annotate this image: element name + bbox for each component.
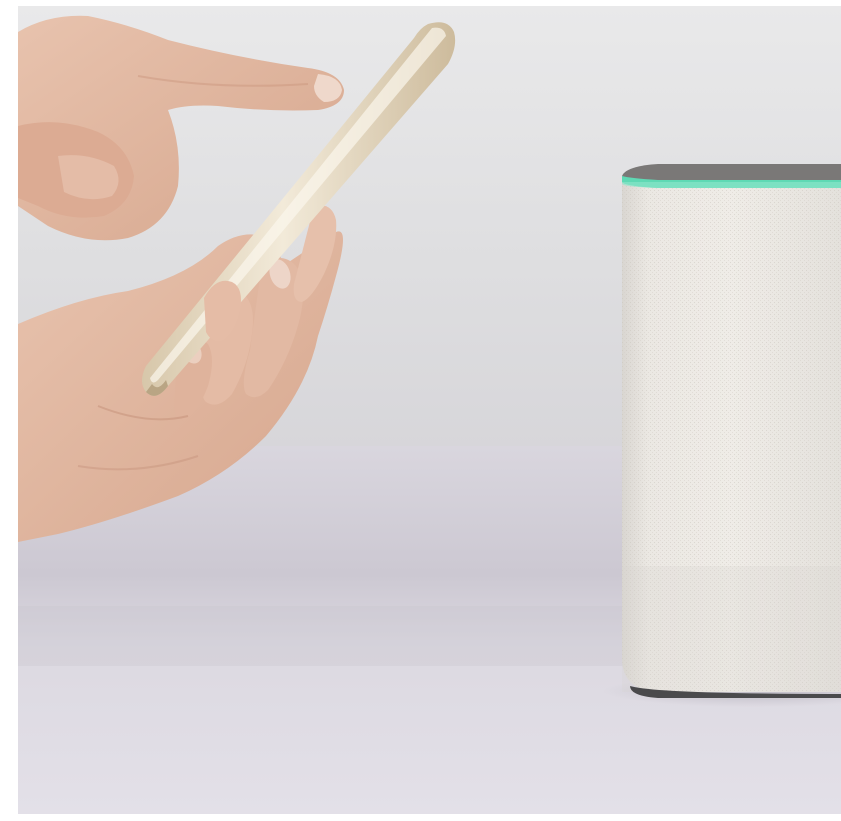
- smart-speaker: [622, 164, 841, 698]
- image-frame: [0, 0, 841, 821]
- speaker-top: [622, 164, 841, 182]
- photo-scene: [18, 6, 841, 814]
- product-photo: [18, 6, 841, 814]
